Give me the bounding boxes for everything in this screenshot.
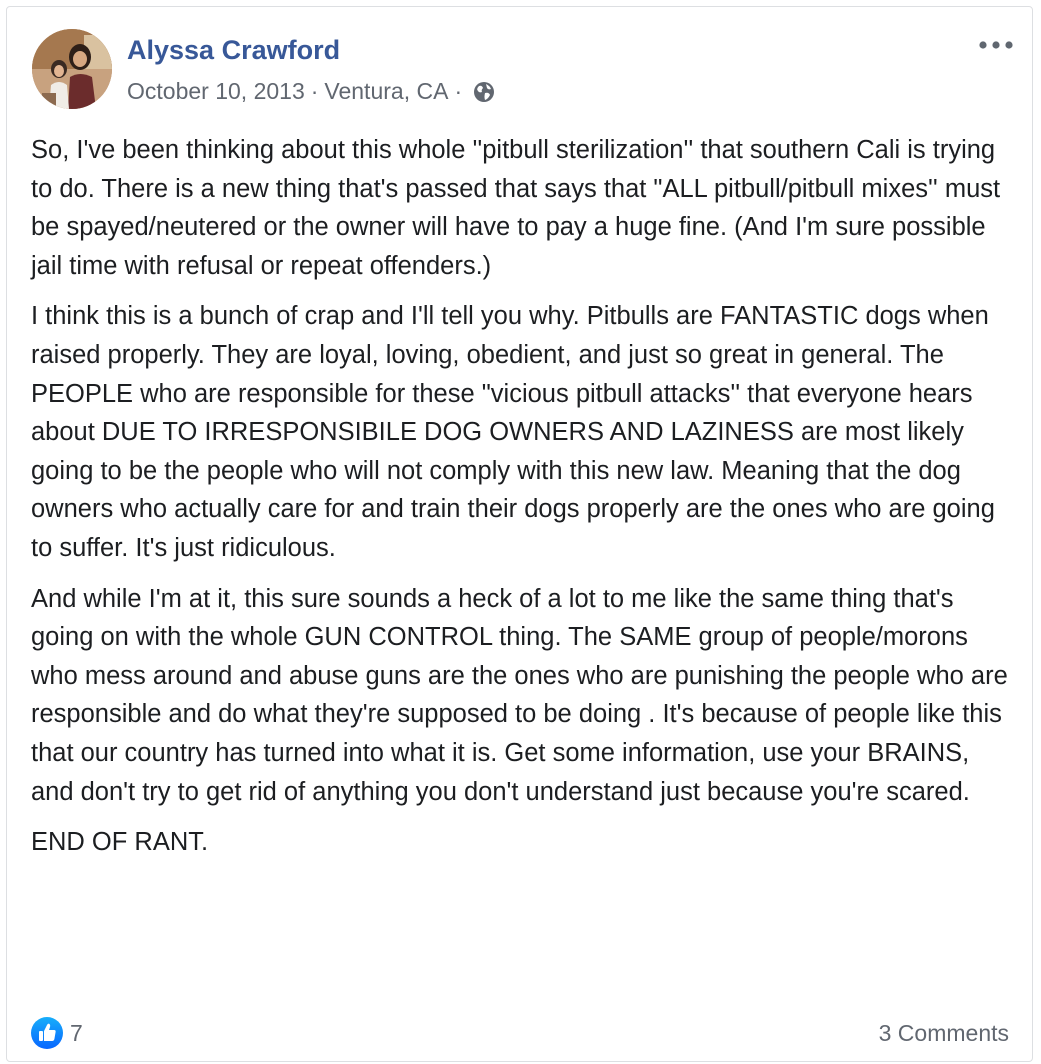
reactions-summary[interactable]: 7: [31, 1017, 83, 1049]
meta-separator: ·: [454, 78, 463, 104]
post-paragraph: END OF RANT.: [31, 828, 209, 857]
like-icon[interactable]: [31, 1017, 63, 1049]
avatar-photo: [32, 29, 112, 109]
like-count: 7: [70, 1019, 83, 1046]
post-card: Alyssa Crawford October 10, 2013 · Ventu…: [6, 6, 1033, 1062]
post-paragraph: So, I've been thinking about this whole …: [31, 136, 1001, 280]
comments-count-link[interactable]: 3 Comments: [879, 1020, 1009, 1047]
globe-icon[interactable]: [472, 80, 496, 104]
avatar[interactable]: [32, 29, 112, 109]
post-date[interactable]: October 10, 2013: [127, 78, 305, 105]
post-text: So, I've been thinking about this whole …: [31, 131, 1016, 874]
author-name[interactable]: Alyssa Crawford: [127, 35, 340, 66]
more-options-icon[interactable]: [976, 31, 1016, 59]
post-paragraph: And while I'm at it, this sure sounds a …: [31, 584, 1008, 806]
post-footer: 7 3 Comments: [31, 1013, 1009, 1053]
post-location[interactable]: Ventura, CA: [324, 78, 448, 105]
meta-separator: ·: [310, 78, 319, 104]
post-paragraph: I think this is a bunch of crap and I'll…: [31, 302, 995, 562]
post-meta: October 10, 2013 · Ventura, CA ·: [127, 78, 496, 105]
